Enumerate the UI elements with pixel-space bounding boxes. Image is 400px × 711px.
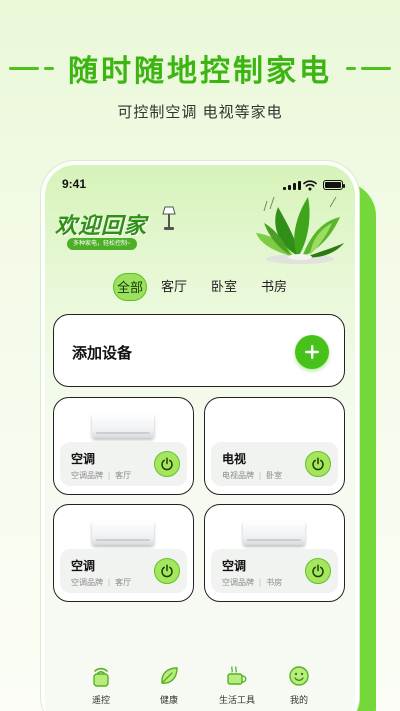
add-device-card[interactable]: 添加设备: [53, 314, 345, 387]
device-name: 空调: [71, 452, 96, 466]
device-card-ac-living-room[interactable]: 空调 空调品牌 | 客厅: [53, 397, 194, 495]
device-info: 空调 空调品牌 | 书房: [211, 549, 338, 593]
air-conditioner-image: [92, 521, 154, 545]
promo-title-row: 随时随地控制家电: [0, 48, 400, 88]
power-icon: [161, 564, 173, 578]
left-decoration: [9, 66, 54, 70]
status-time: 9:41: [62, 177, 87, 191]
tab-bedroom[interactable]: 卧室: [201, 273, 247, 301]
device-meta: 电视品牌 | 卧室: [222, 471, 283, 480]
device-brand: 空调品牌: [71, 471, 103, 480]
device-room: 卧室: [266, 471, 283, 480]
device-room: 客厅: [115, 471, 132, 480]
promo-title: 随时随地控制家电: [68, 55, 332, 88]
power-icon: [312, 564, 324, 578]
power-button[interactable]: [154, 451, 180, 477]
device-info: 空调 空调品牌 | 客厅: [60, 442, 187, 486]
smile-icon: [289, 666, 309, 686]
power-button[interactable]: [305, 451, 331, 477]
welcome-tagline: 多种家电，轻松控制~: [67, 238, 137, 250]
air-conditioner-image: [243, 521, 305, 545]
device-name: 电视: [222, 452, 247, 466]
phone-screen: 9:41 欢迎回家 多种家电，轻松控制~ 全部 客厅 卧室 书房 添加设备 空调…: [45, 165, 355, 711]
device-card-ac-living-room-2[interactable]: 空调 空调品牌 | 客厅: [53, 504, 194, 602]
remote-icon: [93, 667, 109, 687]
device-brand: 电视品牌: [222, 471, 254, 480]
lamp-icon: [162, 205, 176, 236]
cup-icon: [227, 666, 247, 685]
power-button[interactable]: [305, 558, 331, 584]
add-device-button[interactable]: [295, 335, 329, 369]
power-icon: [161, 457, 173, 471]
nav-mine[interactable]: 我的: [269, 665, 329, 706]
device-brand: 空调品牌: [71, 578, 103, 587]
air-conditioner-image: [92, 414, 154, 438]
device-room: 书房: [266, 578, 283, 587]
device-room: 客厅: [115, 578, 132, 587]
tab-living-room[interactable]: 客厅: [151, 273, 197, 301]
plus-icon: [305, 345, 319, 359]
device-card-ac-study[interactable]: 空调 空调品牌 | 书房: [204, 504, 345, 602]
nav-remote[interactable]: 遥控: [71, 665, 131, 706]
nav-label: 遥控: [91, 695, 110, 705]
leaf-icon: [161, 667, 178, 684]
device-info: 电视 电视品牌 | 卧室: [211, 442, 338, 486]
power-icon: [312, 457, 324, 471]
device-name: 空调: [222, 559, 247, 573]
tab-all[interactable]: 全部: [113, 273, 147, 301]
device-brand: 空调品牌: [222, 578, 254, 587]
nav-health[interactable]: 健康: [139, 665, 199, 706]
room-tabs: 全部 客厅 卧室 书房: [113, 273, 301, 301]
bottom-nav: 遥控 健康 生活工具 我的: [45, 665, 355, 711]
right-decoration: [346, 66, 391, 70]
device-meta: 空调品牌 | 客厅: [71, 578, 132, 587]
plant-illustration: [250, 187, 350, 272]
nav-life-tools[interactable]: 生活工具: [207, 665, 267, 706]
nav-label: 我的: [289, 695, 308, 705]
device-meta: 空调品牌 | 客厅: [71, 471, 132, 480]
promo-header: 随时随地控制家电 可控制空调 电视等家电: [0, 0, 400, 160]
device-info: 空调 空调品牌 | 客厅: [60, 549, 187, 593]
tab-study[interactable]: 书房: [251, 273, 297, 301]
promo-subtitle: 可控制空调 电视等家电: [117, 104, 283, 121]
nav-label: 生活工具: [218, 695, 255, 705]
power-button[interactable]: [154, 558, 180, 584]
device-meta: 空调品牌 | 书房: [222, 578, 283, 587]
phone-frame: 9:41 欢迎回家 多种家电，轻松控制~ 全部 客厅 卧室 书房 添加设备 空调…: [41, 161, 359, 711]
device-card-tv-bedroom[interactable]: 电视 电视品牌 | 卧室: [204, 397, 345, 495]
add-device-label: 添加设备: [72, 345, 133, 362]
device-name: 空调: [71, 559, 96, 573]
welcome-title: 欢迎回家: [55, 213, 148, 238]
nav-label: 健康: [159, 695, 178, 705]
